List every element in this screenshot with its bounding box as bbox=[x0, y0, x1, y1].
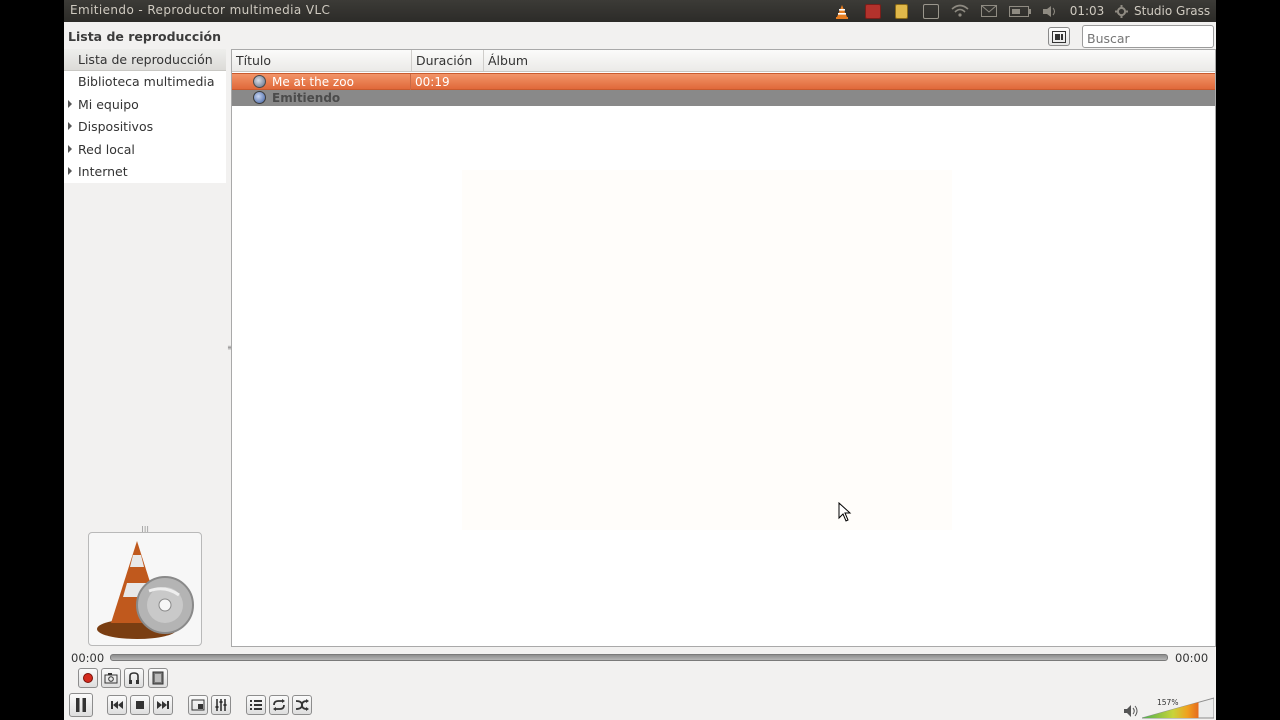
faded-overlay bbox=[462, 170, 952, 530]
snapshot-button[interactable] bbox=[101, 668, 121, 688]
extended-settings-button[interactable] bbox=[211, 695, 231, 715]
equalizer-icon bbox=[215, 699, 227, 711]
stop-button[interactable] bbox=[130, 695, 150, 715]
playlist-table[interactable]: Título Duración Álbum Me at the zoo 00:1… bbox=[231, 49, 1216, 647]
mail-icon[interactable] bbox=[980, 3, 998, 19]
battery-icon[interactable] bbox=[1009, 3, 1031, 19]
film-icon bbox=[152, 671, 164, 685]
vlc-tray-icon[interactable] bbox=[834, 3, 850, 19]
sidebar-item-media-library[interactable]: Biblioteca multimedia bbox=[64, 71, 226, 93]
pause-icon bbox=[76, 698, 86, 712]
table-row[interactable]: Emitiendo bbox=[232, 90, 1215, 106]
sidebar-item-label: Biblioteca multimedia bbox=[78, 74, 215, 89]
shuffle-icon bbox=[295, 699, 309, 711]
playlist-header: Lista de reproducción bbox=[64, 22, 1216, 50]
top-panel: Emitiendo - Reproductor multimedia VLC 0… bbox=[64, 0, 1216, 22]
stream-icon bbox=[253, 91, 266, 104]
pause-button[interactable] bbox=[69, 693, 93, 717]
sidebar-item-local-network[interactable]: Red local bbox=[64, 139, 226, 161]
column-header-title[interactable]: Título bbox=[232, 50, 412, 71]
playlist-toggle-button[interactable] bbox=[246, 695, 266, 715]
column-header-row: Título Duración Álbum bbox=[232, 50, 1215, 72]
column-divider bbox=[410, 74, 411, 90]
sidebar-item-internet[interactable]: Internet bbox=[64, 161, 226, 183]
change-view-button[interactable] bbox=[1048, 27, 1070, 46]
loop-ab-button[interactable] bbox=[124, 668, 144, 688]
expand-arrow-icon[interactable] bbox=[68, 100, 72, 108]
sidebar-item-label: Mi equipo bbox=[78, 97, 139, 112]
previous-button[interactable] bbox=[107, 695, 127, 715]
sidebar-item-label: Lista de reproducción bbox=[78, 52, 213, 67]
ab-loop-icon bbox=[129, 672, 139, 684]
fullscreen-button[interactable] bbox=[188, 695, 208, 715]
shuffle-button[interactable] bbox=[292, 695, 312, 715]
next-button[interactable] bbox=[153, 695, 173, 715]
gear-icon[interactable] bbox=[1114, 3, 1128, 19]
volume-tray-icon[interactable] bbox=[1041, 3, 1059, 19]
camera-icon bbox=[104, 673, 118, 684]
media-file-icon bbox=[253, 75, 266, 88]
vlc-window: Emitiendo - Reproductor multimedia VLC 0… bbox=[64, 0, 1216, 720]
record-tray-icon[interactable] bbox=[865, 3, 881, 19]
row-title: Me at the zoo bbox=[272, 75, 354, 89]
elapsed-time: 00:00 bbox=[71, 651, 105, 665]
sidebar-item-label: Red local bbox=[78, 142, 135, 157]
row-duration: 00:19 bbox=[415, 75, 450, 89]
clock[interactable]: 01:03 bbox=[1069, 3, 1105, 19]
skip-back-icon bbox=[111, 701, 123, 709]
record-button[interactable] bbox=[78, 668, 98, 688]
list-icon bbox=[250, 700, 262, 710]
sidebar-item-playlist[interactable]: Lista de reproducción bbox=[64, 49, 226, 71]
sidebar: Lista de reproducción Biblioteca multime… bbox=[64, 49, 226, 183]
album-art bbox=[88, 532, 202, 646]
document-tray-icon[interactable] bbox=[893, 3, 909, 19]
sidebar-item-devices[interactable]: Dispositivos bbox=[64, 116, 226, 138]
keyboard-tray-icon[interactable] bbox=[923, 3, 939, 19]
speaker-icon[interactable] bbox=[1123, 704, 1139, 718]
window-title: Emitiendo - Reproductor multimedia VLC bbox=[70, 3, 331, 17]
expand-arrow-icon[interactable] bbox=[68, 145, 72, 153]
loop-button[interactable] bbox=[269, 695, 289, 715]
section-title: Lista de reproducción bbox=[68, 29, 222, 44]
table-row[interactable]: Me at the zoo 00:19 bbox=[232, 73, 1215, 90]
vlc-cone-logo bbox=[97, 541, 194, 639]
sidebar-item-my-computer[interactable]: Mi equipo bbox=[64, 94, 226, 116]
repeat-icon bbox=[273, 699, 285, 711]
column-header-duration[interactable]: Duración bbox=[412, 50, 484, 71]
volume-slider[interactable] bbox=[1142, 697, 1214, 719]
record-icon bbox=[83, 673, 93, 683]
fullscreen-icon bbox=[191, 699, 205, 711]
view-mode-icon bbox=[1052, 30, 1066, 43]
user-name[interactable]: Studio Grass bbox=[1134, 3, 1210, 19]
column-header-album[interactable]: Álbum bbox=[484, 50, 1215, 71]
seek-slider[interactable] bbox=[110, 654, 1168, 661]
mouse-cursor-icon bbox=[838, 502, 852, 522]
frame-by-frame-button[interactable] bbox=[148, 668, 168, 688]
stop-icon bbox=[136, 701, 144, 709]
sidebar-item-label: Dispositivos bbox=[78, 119, 154, 134]
total-time: 00:00 bbox=[1175, 651, 1209, 665]
expand-arrow-icon[interactable] bbox=[68, 122, 72, 130]
sidebar-item-label: Internet bbox=[78, 164, 128, 179]
skip-forward-icon bbox=[157, 701, 169, 709]
expand-arrow-icon[interactable] bbox=[68, 167, 72, 175]
search-input[interactable] bbox=[1082, 25, 1214, 48]
wifi-icon[interactable] bbox=[951, 3, 969, 19]
row-title: Emitiendo bbox=[272, 91, 341, 105]
